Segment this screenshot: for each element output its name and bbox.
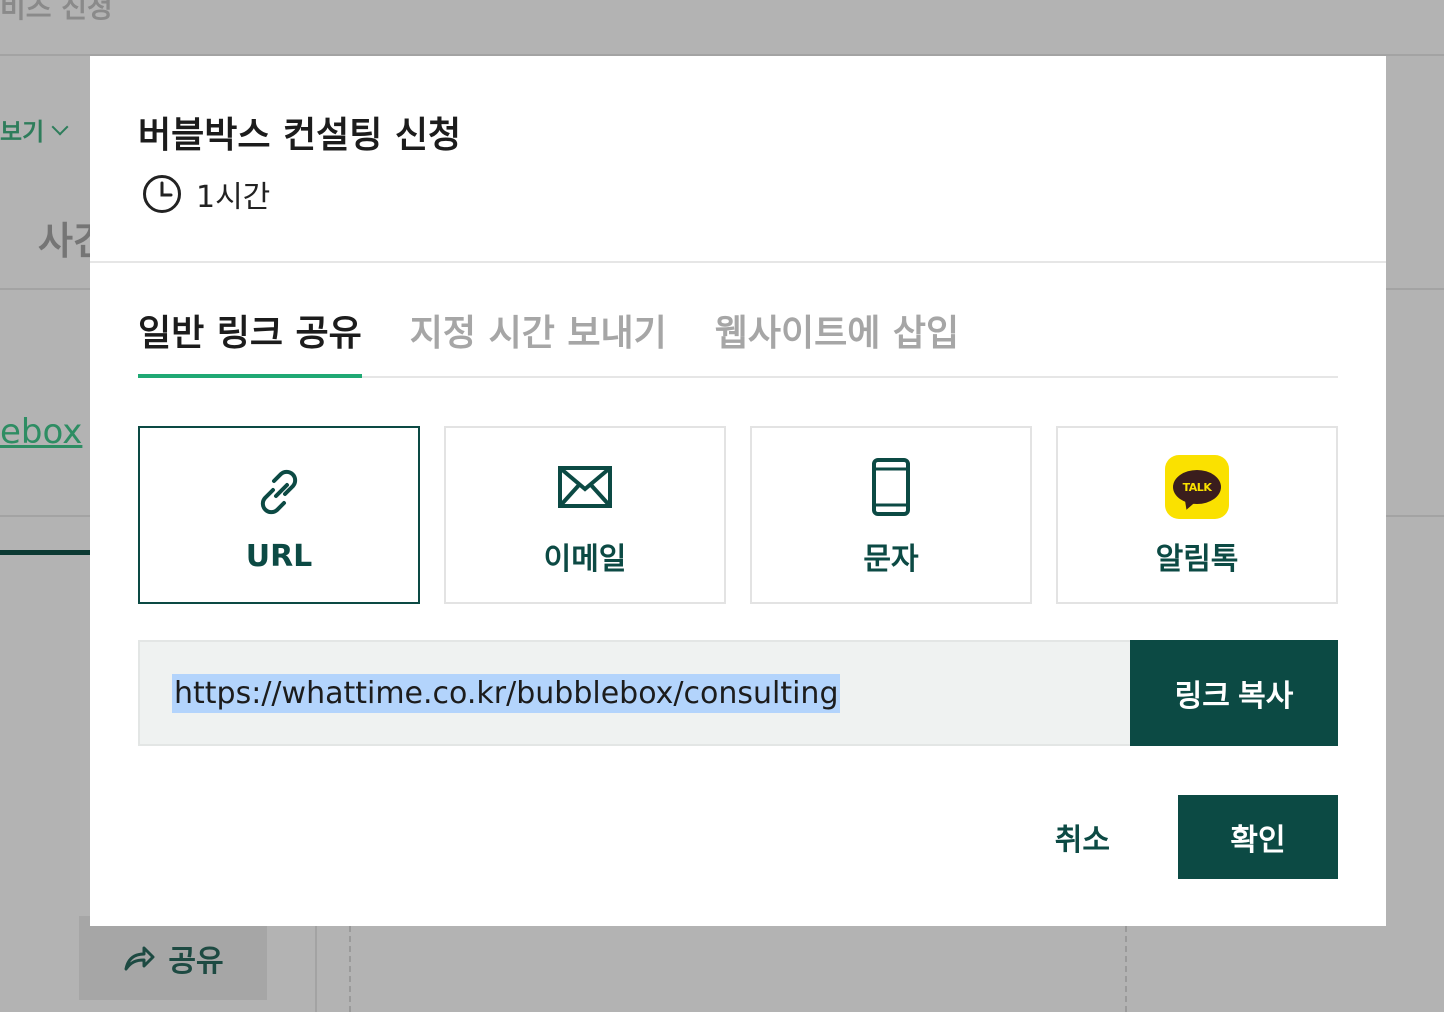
channel-alimtalk[interactable]: TALK 알림톡	[1056, 426, 1338, 604]
confirm-button[interactable]: 확인	[1178, 795, 1338, 879]
envelope-icon	[550, 452, 620, 522]
background-view-dropdown[interactable]: 보기	[0, 112, 69, 147]
link-icon	[244, 457, 314, 527]
share-arrow-icon	[124, 946, 155, 971]
duration-info: 1시간	[142, 172, 270, 216]
url-input[interactable]: https://whattime.co.kr/bubblebox/consult…	[138, 640, 1130, 746]
channel-url[interactable]: URL	[138, 426, 420, 604]
modal-footer: 취소 확인	[1055, 795, 1338, 879]
background-link[interactable]: ebox	[0, 412, 82, 452]
share-modal: 버블박스 컨설팅 신청 1시간 일반 링크 공유 지정 시간 보내기 웹사이트에…	[90, 56, 1386, 926]
background-share-label: 공유	[168, 944, 224, 979]
background-active-indicator	[0, 550, 92, 555]
background-view-label: 보기	[0, 118, 45, 146]
tab-website-embed[interactable]: 웹사이트에 삽입	[715, 296, 959, 376]
channel-email-label: 이메일	[543, 542, 627, 577]
background-page-title: 비즈 신청	[0, 0, 113, 24]
kakaotalk-badge-text: TALK	[1173, 470, 1221, 504]
share-channels: URL 이메일 문자 TALK 알림톡	[138, 426, 1338, 604]
phone-icon	[856, 452, 926, 522]
modal-title: 버블박스 컨설팅 신청	[138, 115, 462, 156]
channel-alimtalk-label: 알림톡	[1155, 542, 1239, 577]
kakaotalk-icon: TALK	[1162, 452, 1232, 522]
url-row: https://whattime.co.kr/bubblebox/consult…	[138, 640, 1338, 746]
tab-scheduled-send[interactable]: 지정 시간 보내기	[410, 296, 667, 376]
channel-email[interactable]: 이메일	[444, 426, 726, 604]
cancel-button[interactable]: 취소	[1055, 815, 1110, 859]
modal-header: 버블박스 컨설팅 신청 1시간	[90, 56, 1386, 263]
share-tabs: 일반 링크 공유 지정 시간 보내기 웹사이트에 삽입	[138, 296, 1338, 378]
duration-label: 1시간	[196, 180, 271, 215]
background-divider	[349, 926, 351, 1012]
channel-sms-label: 문자	[863, 542, 919, 577]
chevron-down-icon	[51, 118, 69, 135]
copy-link-button[interactable]: 링크 복사	[1130, 640, 1338, 746]
background-divider	[1125, 926, 1127, 1012]
channel-sms[interactable]: 문자	[750, 426, 1032, 604]
channel-url-label: URL	[245, 538, 313, 574]
background-divider	[315, 926, 317, 1012]
tab-general-link[interactable]: 일반 링크 공유	[138, 296, 362, 378]
background-share-button[interactable]: 공유	[79, 916, 267, 1000]
clock-icon	[143, 175, 181, 213]
url-value: https://whattime.co.kr/bubblebox/consult…	[172, 673, 841, 713]
